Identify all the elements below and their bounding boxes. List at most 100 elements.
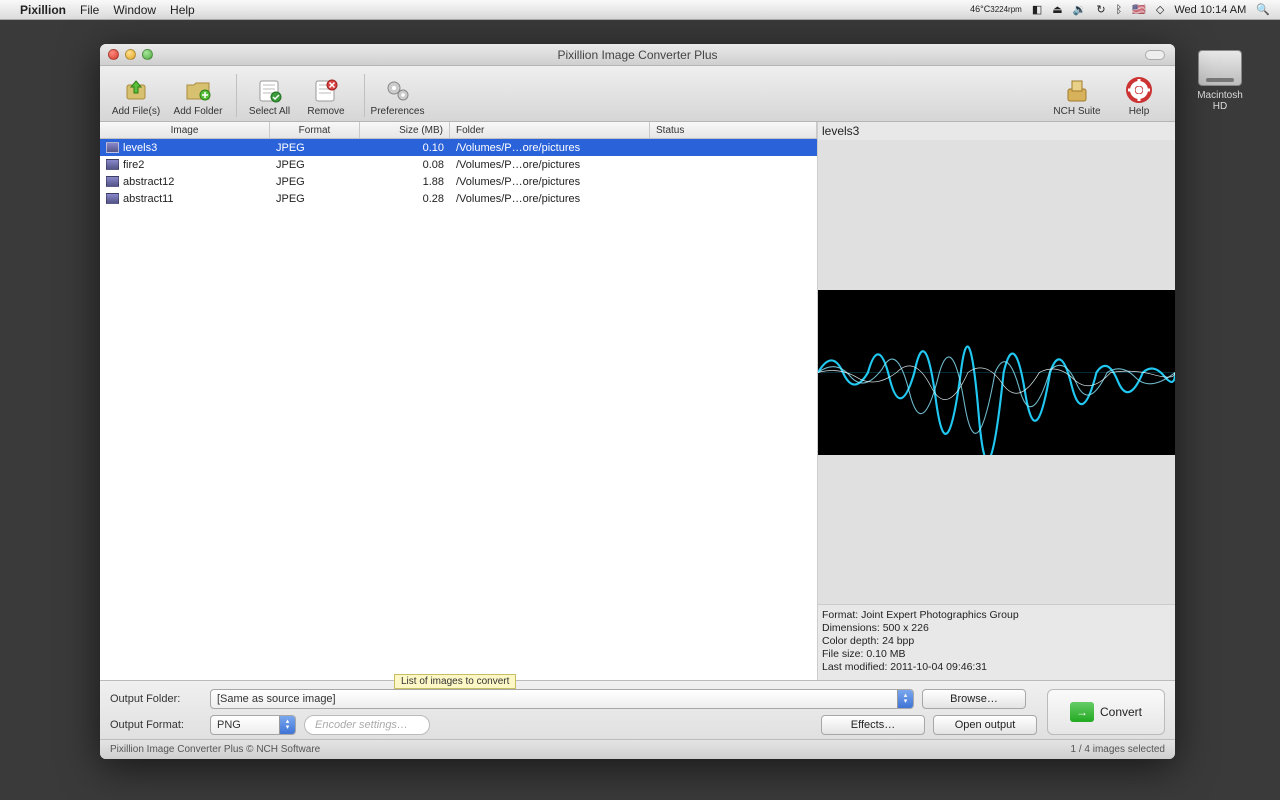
file-size: 0.28: [360, 193, 450, 205]
menu-help[interactable]: Help: [170, 3, 195, 17]
file-folder: /Volumes/P…ore/pictures: [450, 142, 650, 154]
tooltip: List of images to convert: [394, 674, 516, 689]
add-folder-button[interactable]: Add Folder: [170, 74, 226, 117]
col-folder[interactable]: Folder: [450, 122, 650, 138]
add-file-button[interactable]: Add File(s): [108, 74, 164, 117]
menubar-flag-icon[interactable]: 🇺🇸: [1132, 3, 1146, 16]
file-format: JPEG: [270, 193, 360, 205]
convert-icon: [1070, 702, 1094, 722]
file-size: 0.08: [360, 159, 450, 171]
status-right: 1 / 4 images selected: [1071, 744, 1166, 755]
thumbnail-icon: [106, 193, 119, 204]
menu-file[interactable]: File: [80, 3, 99, 17]
desktop-hd-icon[interactable]: Macintosh HD: [1190, 50, 1250, 112]
hard-drive-icon: [1198, 50, 1242, 86]
output-format-combo[interactable]: PNG ▴▾: [210, 715, 296, 735]
effects-button[interactable]: Effects…: [821, 715, 925, 735]
menubar-volume-icon[interactable]: 🔉: [1073, 3, 1087, 16]
desktop-hd-label: Macintosh HD: [1190, 90, 1250, 112]
file-format: JPEG: [270, 176, 360, 188]
preview-title: levels3: [818, 122, 1175, 140]
menubar-temp: 46°C 3224rpm: [970, 5, 1022, 14]
browse-button[interactable]: Browse…: [922, 689, 1026, 709]
file-list[interactable]: levels3JPEG0.10/Volumes/P…ore/picturesfi…: [100, 139, 817, 680]
table-row[interactable]: levels3 JPEG0.10/Volumes/P…ore/pictures: [100, 139, 817, 156]
table-row[interactable]: abstract12JPEG1.88/Volumes/P…ore/picture…: [100, 173, 817, 190]
file-format: JPEG: [270, 142, 360, 154]
encoder-settings-button[interactable]: Encoder settings…: [304, 715, 430, 735]
menu-window[interactable]: Window: [113, 3, 156, 17]
convert-button[interactable]: Convert: [1047, 689, 1165, 735]
menubar-timemachine-icon[interactable]: ↻: [1096, 3, 1105, 16]
menubar-eject-icon[interactable]: ⏏: [1052, 3, 1062, 16]
app-window: Pixillion Image Converter Plus Add File(…: [100, 44, 1175, 759]
output-controls: Output Folder: [Same as source image] ▴▾…: [100, 681, 1175, 739]
window-title: Pixillion Image Converter Plus: [100, 48, 1175, 62]
help-label: Help: [1129, 106, 1150, 117]
titlebar[interactable]: Pixillion Image Converter Plus: [100, 44, 1175, 66]
open-output-button[interactable]: Open output: [933, 715, 1037, 735]
col-size[interactable]: Size (MB): [360, 122, 450, 138]
status-bar: Pixillion Image Converter Plus © NCH Sof…: [100, 739, 1175, 759]
add-file-label: Add File(s): [112, 106, 160, 117]
preview-metadata: Format: Joint Expert Photographics Group…: [818, 604, 1175, 680]
output-format-value: PNG: [217, 719, 241, 731]
output-format-label: Output Format:: [110, 719, 202, 731]
preview-image: [818, 290, 1175, 455]
preferences-label: Preferences: [371, 106, 425, 117]
nch-suite-label: NCH Suite: [1053, 106, 1100, 117]
select-all-icon: [254, 74, 286, 106]
file-folder: /Volumes/P…ore/pictures: [450, 176, 650, 188]
menubar-spotlight-icon[interactable]: 🔍: [1256, 3, 1270, 16]
output-folder-value: [Same as source image]: [217, 693, 336, 705]
remove-icon: [310, 74, 342, 106]
chevron-updown-icon: ▴▾: [279, 716, 295, 734]
table-row[interactable]: abstract11 JPEG0.28/Volumes/P…ore/picture…: [100, 190, 817, 207]
table-row[interactable]: fire2 JPEG0.08/Volumes/P…ore/pictures: [100, 156, 817, 173]
add-folder-label: Add Folder: [174, 106, 223, 117]
chevron-updown-icon: ▴▾: [897, 690, 913, 708]
select-all-label: Select All: [249, 106, 290, 117]
file-list-pane: Image Format Size (MB) Folder Status lev…: [100, 122, 818, 680]
add-file-icon: [120, 74, 152, 106]
remove-button[interactable]: Remove: [298, 74, 354, 117]
remove-label: Remove: [307, 106, 344, 117]
menubar-app-name[interactable]: Pixillion: [20, 3, 66, 17]
preview-pane: levels3 Format: Joint Expert Photographi…: [818, 122, 1175, 680]
select-all-button[interactable]: Select All: [236, 74, 292, 117]
file-size: 1.88: [360, 176, 450, 188]
toolbar: Add File(s) Add Folder Select All Remove…: [100, 66, 1175, 122]
thumbnail-icon: [106, 176, 119, 187]
column-headers[interactable]: Image Format Size (MB) Folder Status: [100, 122, 817, 139]
menubar-wifi-icon[interactable]: ◇: [1156, 3, 1164, 16]
output-folder-combo[interactable]: [Same as source image] ▴▾: [210, 689, 914, 709]
preferences-button[interactable]: Preferences: [364, 74, 420, 117]
col-image[interactable]: Image: [100, 122, 270, 138]
nch-suite-icon: [1061, 74, 1093, 106]
file-size: 0.10: [360, 142, 450, 154]
help-icon: [1123, 74, 1155, 106]
file-name: fire2: [123, 159, 144, 171]
thumbnail-icon: [106, 142, 119, 153]
file-folder: /Volumes/P…ore/pictures: [450, 193, 650, 205]
toolbar-toggle-icon[interactable]: [1145, 50, 1165, 60]
menubar-clock[interactable]: Wed 10:14 AM: [1174, 4, 1246, 16]
col-format[interactable]: Format: [270, 122, 360, 138]
nch-suite-button[interactable]: NCH Suite: [1049, 74, 1105, 117]
gear-icon: [382, 74, 414, 106]
menubar-dropbox-icon[interactable]: ◧: [1032, 3, 1042, 16]
preview-canvas: [818, 140, 1175, 604]
help-button[interactable]: Help: [1111, 74, 1167, 117]
add-folder-icon: [182, 74, 214, 106]
main-area: Image Format Size (MB) Folder Status lev…: [100, 122, 1175, 681]
col-status[interactable]: Status: [650, 122, 817, 138]
menubar-bluetooth-icon[interactable]: ᛒ: [1116, 4, 1123, 16]
output-folder-label: Output Folder:: [110, 693, 202, 705]
file-name: levels3: [123, 142, 157, 154]
file-format: JPEG: [270, 159, 360, 171]
file-folder: /Volumes/P…ore/pictures: [450, 159, 650, 171]
status-left: Pixillion Image Converter Plus © NCH Sof…: [110, 744, 320, 755]
file-name: abstract11: [123, 193, 174, 205]
mac-menubar: Pixillion File Window Help 46°C 3224rpm …: [0, 0, 1280, 20]
convert-label: Convert: [1100, 705, 1142, 719]
